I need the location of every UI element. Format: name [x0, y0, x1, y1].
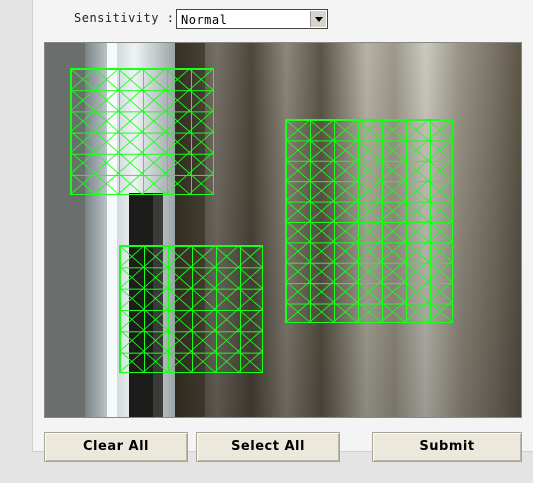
- sensitivity-label: Sensitivity :: [74, 11, 175, 25]
- camera-view[interactable]: [44, 42, 522, 418]
- motion-zone-2[interactable]: [285, 119, 453, 323]
- motion-zone-1[interactable]: [70, 68, 214, 195]
- zone-2-crosshatch: [286, 120, 452, 322]
- dropdown-button[interactable]: [310, 11, 326, 27]
- clear-all-button[interactable]: Clear All: [44, 432, 188, 462]
- select-all-button[interactable]: Select All: [196, 432, 340, 462]
- sensitivity-select[interactable]: Normal: [176, 9, 328, 29]
- zone-3-crosshatch: [120, 246, 262, 372]
- motion-zone-3[interactable]: [119, 245, 263, 373]
- sensitivity-value: Normal: [181, 13, 228, 27]
- chevron-down-icon: [314, 16, 323, 22]
- zone-1-crosshatch: [71, 69, 213, 194]
- submit-button[interactable]: Submit: [372, 432, 522, 462]
